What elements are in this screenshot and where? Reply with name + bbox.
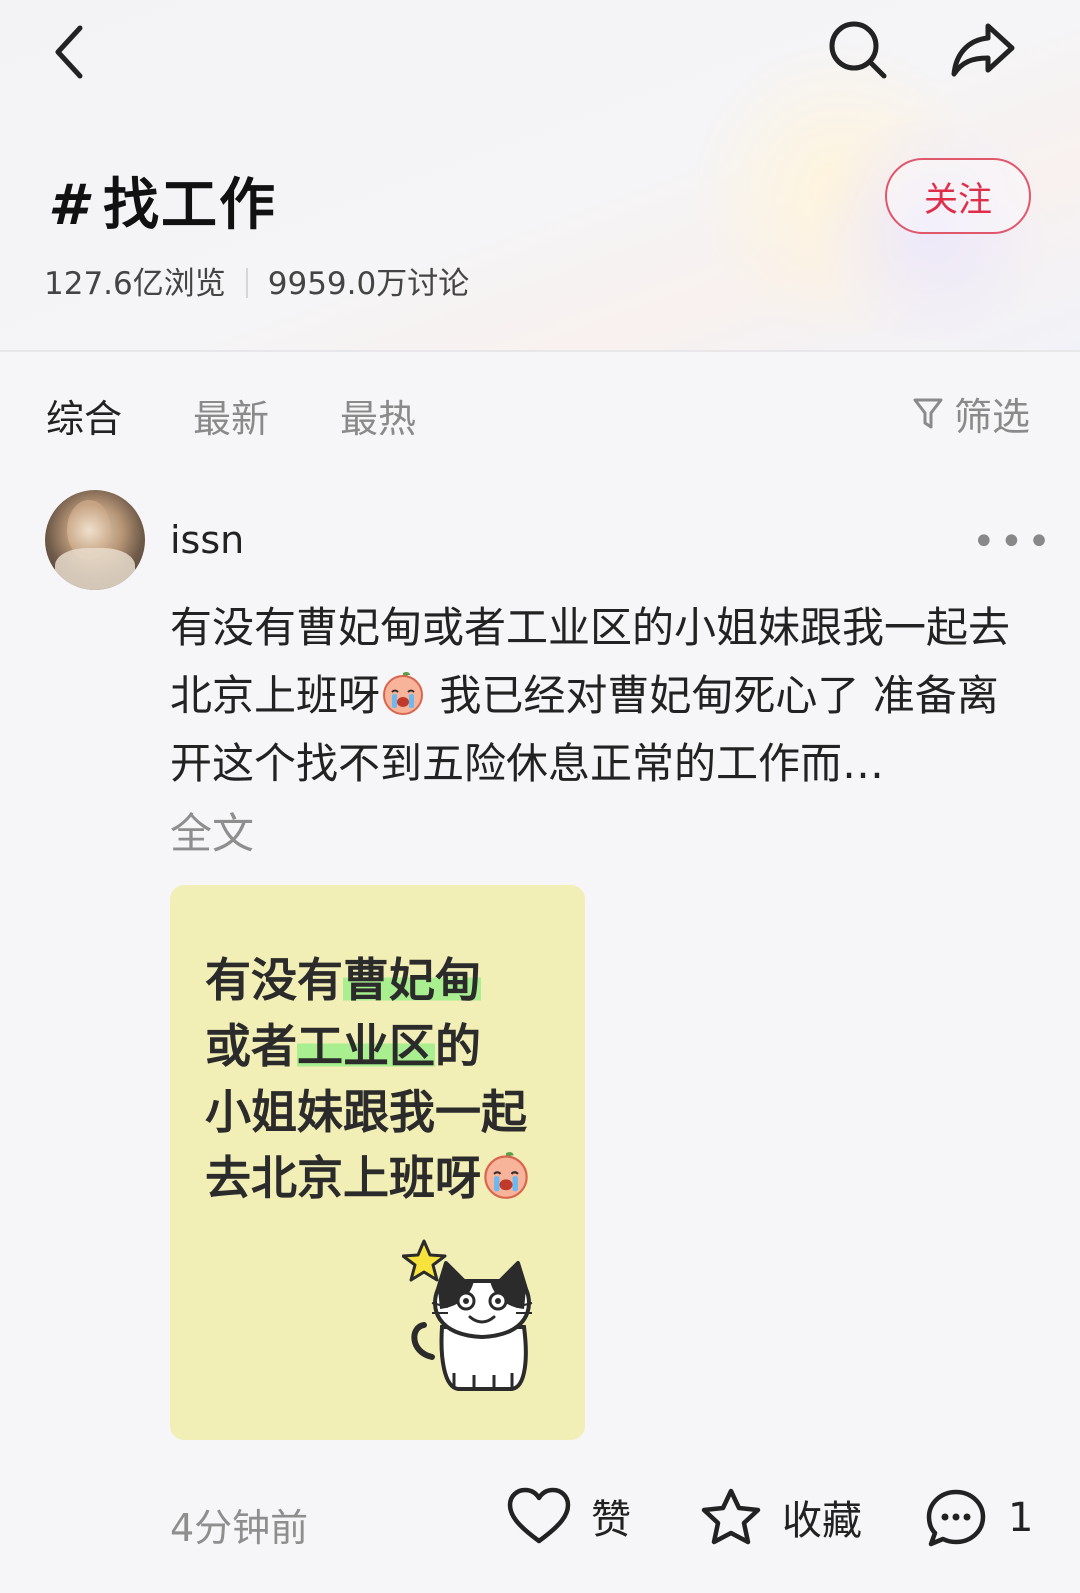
topic-stats: 127.6亿浏览 9959.0万讨论 [44,258,469,303]
views-count: 127.6亿浏览 [44,266,226,302]
share-button[interactable] [948,20,1018,80]
cat-with-star-icon [402,1239,533,1391]
crying-face-emoji [484,1152,528,1199]
heart-icon [507,1487,571,1544]
more-options-button[interactable]: ••• [972,522,1055,562]
like-button[interactable]: 赞 [507,1487,631,1545]
page-title: # 找工作 [48,160,277,241]
full-text-link[interactable]: 全文 [170,800,254,861]
more-dots-icon: ••• [972,519,1055,565]
hashtag-symbol: # [48,173,89,238]
funnel-icon [913,398,943,428]
comment-button[interactable]: 1 [924,1487,1033,1549]
star-icon [701,1488,761,1545]
follow-button[interactable]: 关注 [885,158,1031,234]
filter-label: 筛选 [954,395,1031,439]
chevron-left-icon [55,25,83,79]
image-line-4: 去北京上班呀 [205,1145,565,1211]
search-icon [829,21,887,79]
tab-latest[interactable]: 最新 [193,388,269,443]
tab-comprehensive[interactable]: 综合 [46,388,122,443]
filter-button[interactable]: 筛选 [912,386,1030,441]
image-line-2: 或者工业区的 [205,1019,481,1073]
avatar[interactable] [45,490,145,590]
back-button[interactable] [48,22,92,82]
favorite-button[interactable]: 收藏 [700,1487,862,1547]
comment-bubble-icon [926,1489,986,1547]
discussion-count: 9959.0万讨论 [267,266,470,302]
crying-face-emoji [383,671,424,715]
topic-name: 找工作 [102,173,277,238]
post-image-text: 有没有曹妃甸 或者工业区的 小姐妹跟我一起 去北京上班呀 [205,947,565,1211]
comment-count: 1 [1008,1495,1034,1541]
favorite-label: 收藏 [782,1498,862,1544]
username[interactable]: issn [170,518,244,562]
image-line-3: 小姐妹跟我一起 [205,1085,527,1139]
like-label: 赞 [591,1497,631,1543]
share-arrow-icon [951,23,1015,77]
search-button[interactable] [826,18,890,82]
tab-hottest[interactable]: 最热 [340,388,416,443]
post-time: 4分钟前 [170,1506,309,1550]
stats-divider [245,268,248,298]
post-image[interactable]: 有没有曹妃甸 或者工业区的 小姐妹跟我一起 去北京上班呀 [170,885,585,1440]
post-text[interactable]: 有没有曹妃甸或者工业区的小姐妹跟我一起去北京上班呀 我已经对曹妃甸死心了 准备离… [170,594,1030,798]
image-line-1: 有没有曹妃甸 [205,953,481,1007]
